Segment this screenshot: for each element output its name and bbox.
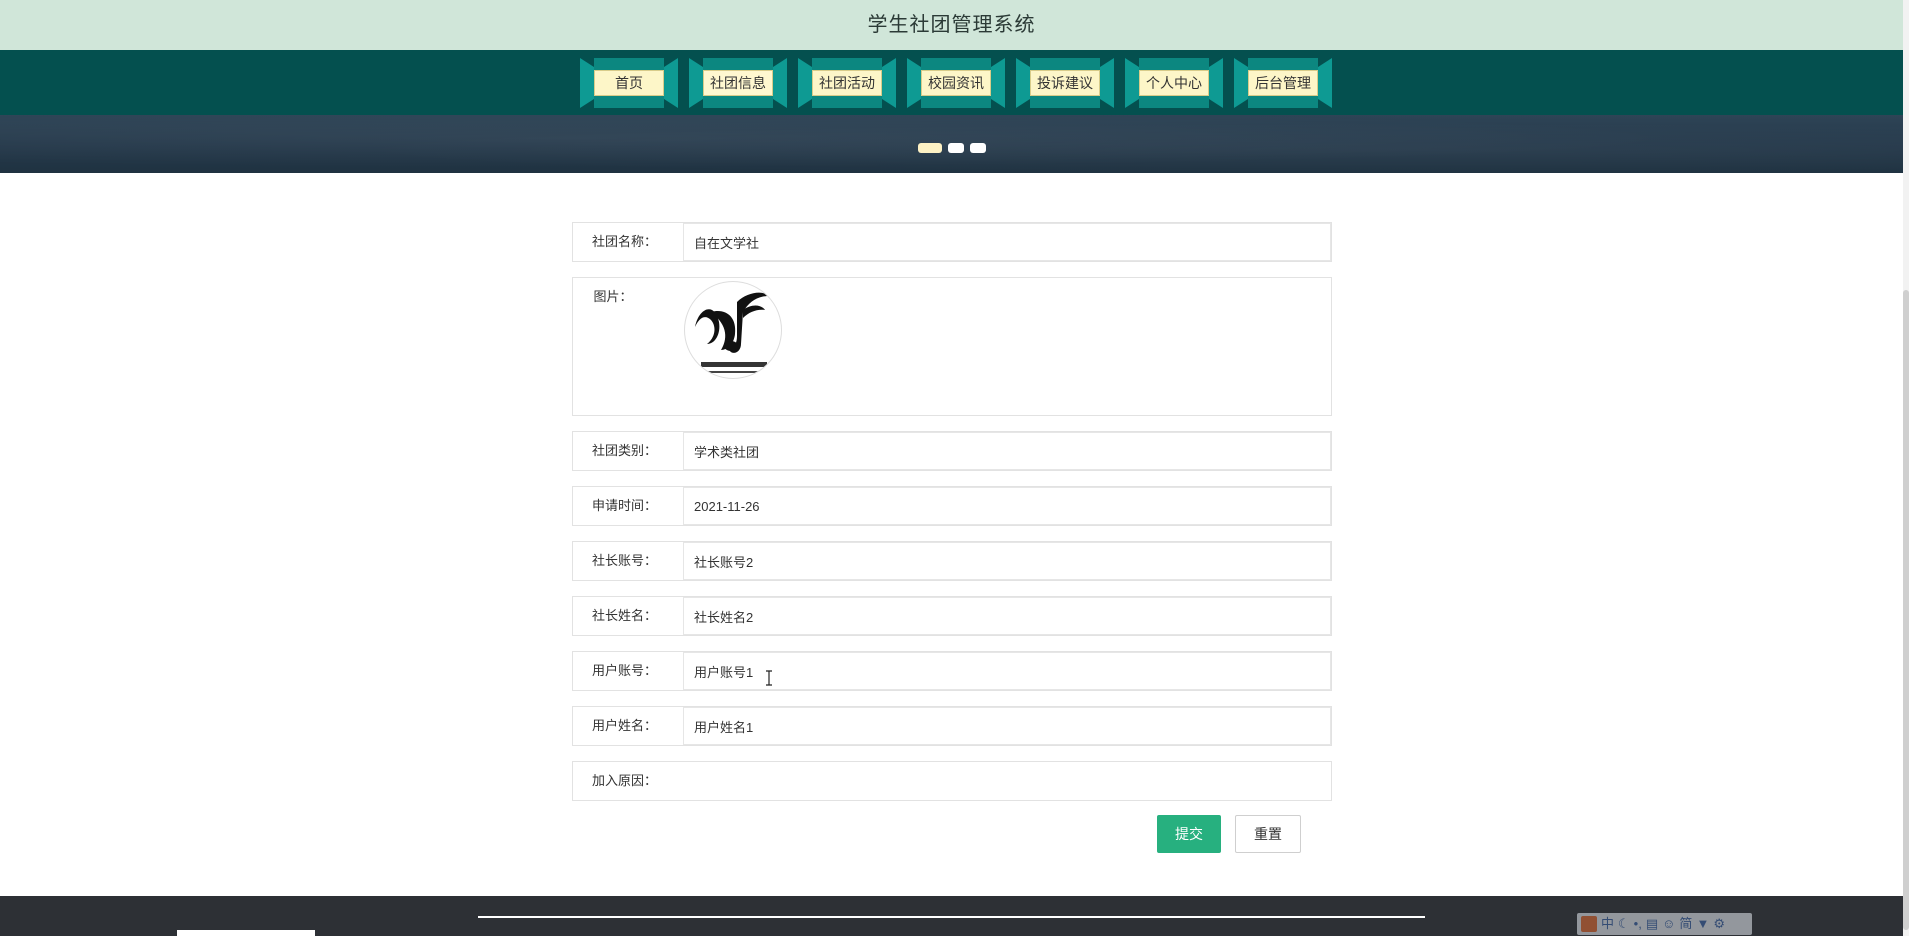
field-label: 加入原因：	[591, 773, 657, 788]
settings-icon[interactable]: ⚙	[1713, 914, 1725, 934]
nav-item-club-info[interactable]: 社团信息	[689, 58, 787, 108]
ime-mode[interactable]: 中	[1601, 914, 1614, 934]
leader-name-input[interactable]	[683, 597, 1331, 635]
join-club-form: 社团名称： 图片： 社团类别： 申请时间：	[572, 222, 1332, 816]
punctuation-icon[interactable]: •,	[1634, 914, 1642, 934]
nav-item-label[interactable]: 后台管理	[1248, 70, 1318, 96]
nav-item-admin[interactable]: 后台管理	[1234, 58, 1332, 108]
main-navigation: 首页 社团信息 社团活动 校园资讯 投诉建议 个人中心 后台管理	[0, 50, 1903, 115]
form-actions: 提交 重置	[1157, 815, 1301, 853]
nav-item-label[interactable]: 投诉建议	[1030, 70, 1100, 96]
nav-item-campus-news[interactable]: 校园资讯	[907, 58, 1005, 108]
field-apply-time: 申请时间：	[572, 486, 1332, 526]
user-name-input[interactable]	[683, 707, 1331, 745]
top-header: 学生社团管理系统	[0, 0, 1903, 50]
field-label: 社长账号：	[591, 553, 657, 568]
field-user-account: 用户账号：	[572, 651, 1332, 691]
club-logo-image	[684, 281, 782, 379]
ime-toolbar[interactable]: 中 ☾ •, ▤ ☺ 简 ▼ ⚙	[1577, 913, 1752, 935]
join-reason-input[interactable]	[683, 762, 1331, 800]
carousel-dot-3[interactable]	[970, 143, 986, 153]
ime-script[interactable]: 简	[1679, 914, 1692, 934]
field-label: 用户账号：	[591, 663, 657, 678]
footer-divider	[478, 916, 1425, 918]
reset-button[interactable]: 重置	[1235, 815, 1301, 853]
field-leader-account: 社长账号：	[572, 541, 1332, 581]
nav-item-home[interactable]: 首页	[580, 58, 678, 108]
field-label: 申请时间：	[591, 498, 657, 513]
nav-item-personal-center[interactable]: 个人中心	[1125, 58, 1223, 108]
nav-item-label[interactable]: 社团活动	[812, 70, 882, 96]
field-leader-name: 社长姓名：	[572, 596, 1332, 636]
club-category-input[interactable]	[683, 432, 1331, 470]
field-label: 社长姓名：	[591, 608, 657, 623]
nav-item-complaints[interactable]: 投诉建议	[1016, 58, 1114, 108]
carousel-dot-2[interactable]	[948, 143, 964, 153]
apply-time-input[interactable]	[683, 487, 1331, 525]
submit-button[interactable]: 提交	[1157, 815, 1221, 853]
field-user-name: 用户姓名：	[572, 706, 1332, 746]
field-club-category: 社团类别：	[572, 431, 1332, 471]
footer-logo	[177, 930, 315, 936]
club-name-input[interactable]	[683, 223, 1331, 261]
moon-icon[interactable]: ☾	[1618, 914, 1630, 934]
nav-item-label[interactable]: 校园资讯	[921, 70, 991, 96]
scrollbar-thumb[interactable]	[1903, 290, 1909, 930]
nav-list: 首页 社团信息 社团活动 校园资讯 投诉建议 个人中心 后台管理	[580, 58, 1343, 108]
ime-logo-icon	[1581, 916, 1597, 932]
field-label: 社团名称：	[591, 234, 657, 249]
emoji-icon[interactable]: ☺	[1662, 914, 1675, 934]
text-cursor-icon	[766, 670, 772, 686]
skin-icon[interactable]: ▼	[1696, 914, 1709, 934]
carousel-indicators	[918, 143, 986, 153]
keyboard-icon[interactable]: ▤	[1646, 914, 1658, 934]
nav-item-label[interactable]: 首页	[594, 70, 664, 96]
field-image: 图片：	[572, 277, 1332, 416]
field-label: 社团类别：	[591, 443, 657, 458]
field-club-name: 社团名称：	[572, 222, 1332, 262]
leader-account-input[interactable]	[683, 542, 1331, 580]
banner-carousel	[0, 115, 1903, 173]
field-label: 图片：	[593, 289, 633, 304]
site-title: 学生社团管理系统	[867, 14, 1036, 36]
user-account-input[interactable]	[683, 652, 1331, 690]
carousel-dot-1[interactable]	[918, 143, 942, 153]
field-label: 用户姓名：	[591, 718, 657, 733]
nav-item-label[interactable]: 社团信息	[703, 70, 773, 96]
field-join-reason: 加入原因：	[572, 761, 1332, 801]
page-scrollbar[interactable]	[1903, 0, 1909, 936]
nav-item-club-activities[interactable]: 社团活动	[798, 58, 896, 108]
nav-item-label[interactable]: 个人中心	[1139, 70, 1209, 96]
